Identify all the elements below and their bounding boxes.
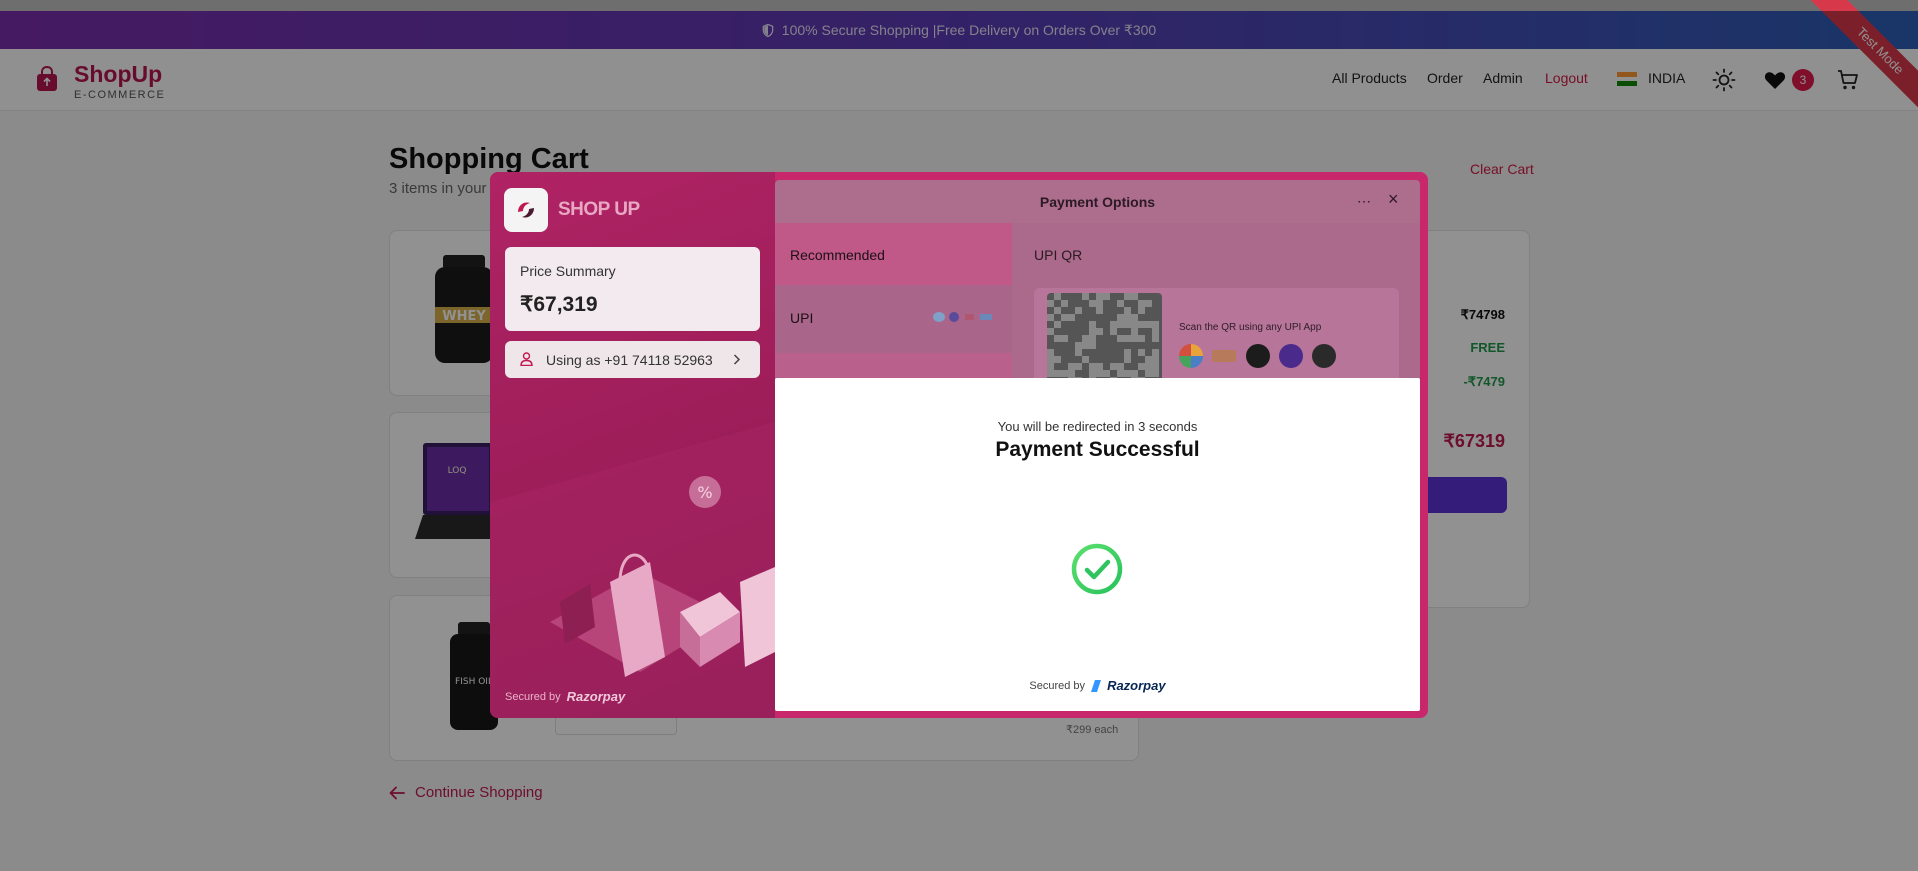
more-options-icon[interactable]: ⋯ — [1357, 193, 1371, 210]
payment-options-title: Payment Options — [1039, 194, 1156, 210]
close-icon[interactable]: × — [1388, 189, 1399, 210]
svg-text:%: % — [697, 483, 712, 502]
bhim-icon — [965, 314, 974, 320]
secured-by-footer: Secured by Razorpay — [775, 678, 1420, 693]
payment-options-header: Payment Options ⋯ × — [775, 180, 1420, 223]
price-summary-box: Price Summary ₹67,319 — [505, 247, 760, 331]
upi-qr-label: UPI QR — [1034, 247, 1083, 263]
gpay-icon — [1179, 344, 1203, 368]
checkout-sidebar: SHOP UP Price Summary ₹67,319 Using as +… — [490, 172, 775, 718]
price-summary-amount: ₹67,319 — [520, 293, 598, 316]
razorpay-logo: Razorpay — [566, 689, 626, 704]
tab-recommended-label: Recommended — [790, 247, 885, 263]
browser-top-strip — [0, 0, 1918, 11]
tab-upi-label: UPI — [790, 310, 814, 326]
phonepe-icon — [949, 312, 959, 322]
secured-by-footer: Secured by Razorpay — [505, 689, 625, 704]
paytm-icon — [980, 314, 992, 320]
merchant-name: SHOP UP — [558, 199, 640, 220]
scan-qr-text: Scan the QR using any UPI App — [1179, 322, 1322, 333]
redirect-countdown: You will be redirected in 3 seconds — [997, 419, 1198, 434]
merchant-logo-icon — [504, 188, 548, 232]
using-as-label: Using as +91 74118 52963 — [546, 352, 713, 368]
gpay-icon — [933, 312, 945, 322]
user-contact-button[interactable]: Using as +91 74118 52963 — [505, 341, 760, 378]
phonepe-icon — [1279, 344, 1303, 368]
success-title: Payment Successful — [995, 438, 1200, 461]
tab-upi[interactable]: UPI — [775, 285, 1012, 353]
cred-icon — [1246, 344, 1270, 368]
amazon-pay-icon — [1312, 344, 1336, 368]
success-check-icon — [1071, 543, 1123, 595]
chevron-right-icon — [733, 354, 741, 365]
price-summary-label: Price Summary — [520, 263, 616, 279]
user-icon — [520, 352, 533, 366]
shopping-illustration: % — [490, 422, 775, 718]
secured-by-label: Secured by — [1029, 679, 1086, 692]
tab-recommended[interactable]: Recommended — [775, 223, 1012, 285]
payment-success-dialog: You will be redirected in 3 seconds Paym… — [775, 378, 1420, 711]
bhim-icon — [1212, 350, 1236, 362]
secured-by-label: Secured by — [505, 690, 561, 703]
razorpay-mark-icon — [1091, 679, 1102, 692]
razorpay-logo: Razorpay — [1107, 678, 1166, 693]
